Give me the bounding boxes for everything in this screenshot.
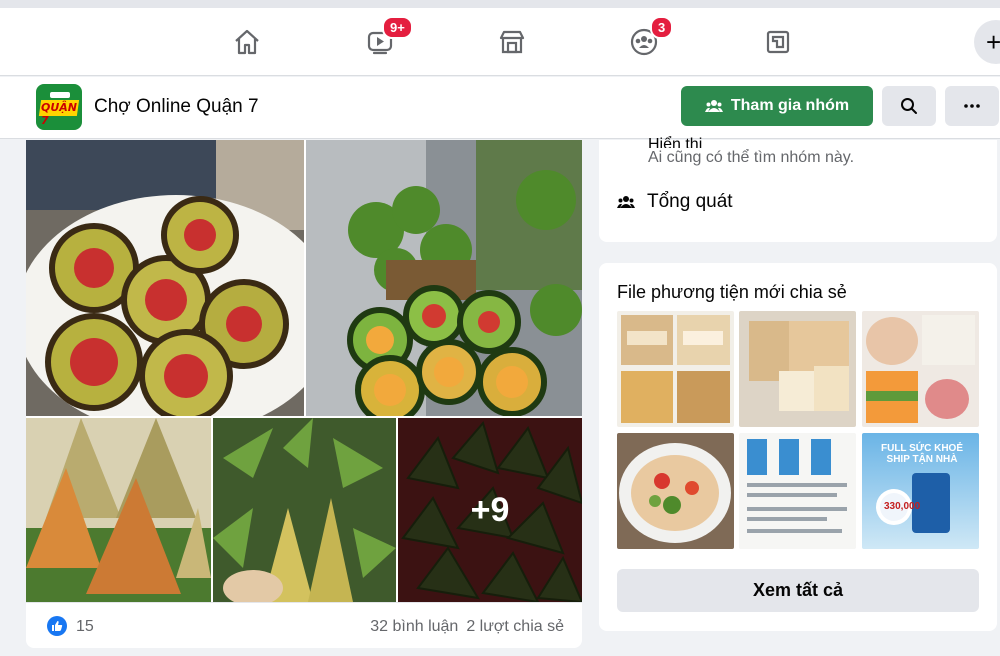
post-photo-4[interactable]: [213, 418, 396, 602]
visibility-description: Ai cũng có thể tìm nhóm này.: [648, 149, 855, 166]
browser-strip: [0, 0, 1000, 8]
media-thumbnail-2[interactable]: [739, 311, 856, 427]
groups-notification-badge: 3: [650, 16, 674, 39]
create-plus-button[interactable]: +: [974, 20, 1000, 64]
post-stats: 32 bình luận 2 lượt chia sẻ: [370, 618, 564, 636]
media-thumbnail-4[interactable]: [617, 433, 734, 549]
ellipsis-icon: [964, 104, 980, 108]
video-notification-badge: 9+: [382, 16, 413, 39]
top-navigation-bar: 9+ 3 +: [0, 0, 1000, 76]
media-thumbnail-5[interactable]: [739, 433, 856, 549]
thumbnail-promo-text: FULL SỨC KHOẺ SHIP TẬN NHÀ: [880, 443, 963, 465]
about-card: Hiển thị Ai cũng có thể tìm nhóm này. Tổ…: [599, 136, 997, 242]
group-header: QUẬN 7 Chợ Online Quận 7 Tham gia nhóm: [0, 77, 1000, 139]
group-name[interactable]: Chợ Online Quận 7: [94, 96, 259, 118]
see-all-button[interactable]: Xem tất cả: [617, 569, 979, 612]
people-icon: [617, 196, 635, 208]
post-photo-5[interactable]: +9: [398, 418, 582, 602]
logo-top-bar: [50, 92, 70, 98]
post-photo-2[interactable]: [306, 140, 582, 416]
overview-row[interactable]: Tổng quát: [617, 191, 733, 213]
logo-text: QUẬN 7: [41, 101, 78, 127]
marketplace-icon[interactable]: [492, 22, 532, 62]
media-thumbnail-6[interactable]: FULL SỨC KHOẺ SHIP TẬN NHÀ 330,000: [862, 433, 979, 549]
visibility-title: Hiển thị: [648, 136, 703, 148]
media-thumbnail-3[interactable]: [862, 311, 979, 427]
like-count[interactable]: 15: [76, 618, 94, 636]
thumbnail-price-text: 330,000: [884, 501, 921, 512]
comment-count[interactable]: 32 bình luận: [370, 618, 458, 636]
overview-label: Tổng quát: [647, 191, 733, 212]
home-icon[interactable]: [227, 22, 267, 62]
post-photo-1[interactable]: [26, 140, 304, 416]
media-card-title: File phương tiện mới chia sẻ: [617, 282, 847, 302]
group-logo[interactable]: QUẬN 7: [36, 84, 82, 130]
post-reactions-bar: 15 32 bình luận 2 lượt chia sẻ: [26, 602, 582, 648]
share-count[interactable]: 2 lượt chia sẻ: [466, 618, 564, 636]
group-post: +9 15 32 bình luận 2 lượt chia sẻ: [26, 140, 582, 648]
search-icon: [901, 98, 917, 114]
groups-icon[interactable]: 3: [624, 16, 674, 62]
search-button[interactable]: [882, 86, 936, 126]
more-photos-overlay[interactable]: +9: [398, 418, 582, 602]
people-icon: [704, 100, 723, 112]
more-options-button[interactable]: [945, 86, 999, 126]
gaming-icon[interactable]: [758, 22, 798, 62]
recent-media-card: File phương tiện mới chia sẻ FULL SỨC KH…: [599, 263, 997, 631]
media-thumbnail-1[interactable]: [617, 311, 734, 427]
join-group-label: Tham gia nhóm: [730, 97, 850, 114]
like-icon[interactable]: [47, 616, 67, 636]
post-photo-3[interactable]: [26, 418, 211, 602]
join-group-button[interactable]: Tham gia nhóm: [681, 86, 873, 126]
video-icon[interactable]: 9+: [360, 16, 413, 62]
